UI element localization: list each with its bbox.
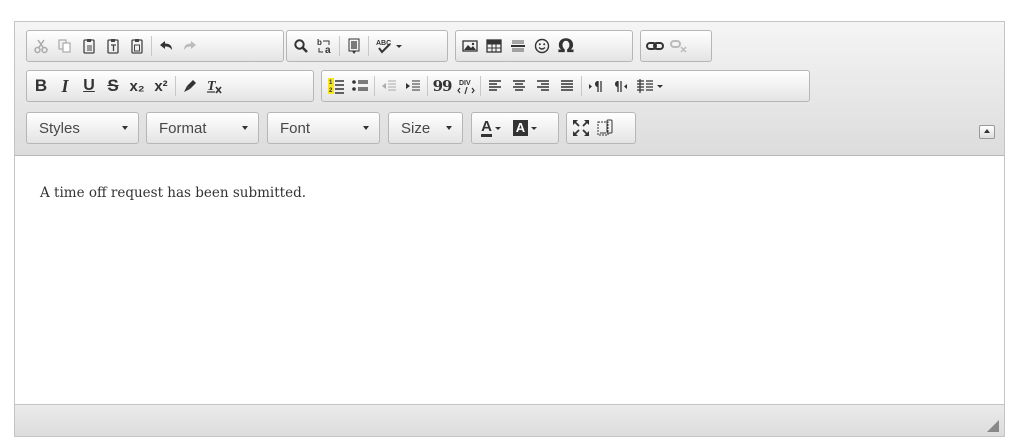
content-paragraph[interactable]: A time off request has been submitted. [40,185,306,201]
bg-color-button[interactable]: A [508,115,542,141]
unlink-icon[interactable] [667,33,691,59]
horizontal-line-icon[interactable] [506,33,530,59]
paragraph-group: 12 99 DIV [321,70,810,102]
toolbar-separator [368,36,369,56]
editor-content-area[interactable]: A time off request has been submitted. [15,156,1004,406]
toolbar-separator [339,36,340,56]
colors-group: A A [471,112,559,144]
special-char-button[interactable]: Ω [554,33,578,59]
subscript-button[interactable]: x₂ [125,73,149,99]
paste-text-icon[interactable] [101,33,125,59]
numbered-list-icon[interactable]: 12 [324,73,348,99]
strike-button[interactable]: S [101,73,125,99]
rich-text-editor: ba ABC Ω B I U S x₂ x² T 1 2 99 DIV Styl… [14,21,1005,437]
link-icon[interactable] [643,33,667,59]
underline-button[interactable]: U [77,73,101,99]
svg-text:DIV: DIV [459,80,471,87]
size-label: Size [401,119,431,137]
font-dropdown[interactable]: Font [267,112,380,144]
show-blocks-icon[interactable] [593,115,617,141]
font-label: Font [280,119,311,137]
outdent-icon[interactable] [377,73,401,99]
toolbar-separator [427,76,428,96]
copy-icon[interactable] [53,33,77,59]
smiley-icon[interactable] [530,33,554,59]
superscript-button[interactable]: x² [149,73,173,99]
toolbar-separator [175,76,176,96]
copy-format-icon[interactable] [178,73,202,99]
table-icon[interactable] [482,33,506,59]
styles-dropdown[interactable]: Styles [26,112,139,144]
toolbar-separator [480,76,481,96]
italic-button[interactable]: I [53,73,77,99]
resize-handle-icon[interactable] [987,420,999,432]
size-dropdown[interactable]: Size [388,112,463,144]
language-icon[interactable] [632,73,666,99]
toolbar-separator [151,36,152,56]
blockquote-button[interactable]: 99 [430,73,454,99]
paste-icon[interactable] [77,33,101,59]
svg-text:b: b [317,38,322,47]
div-button[interactable]: DIV [454,73,478,99]
format-label: Format [159,119,207,137]
svg-text:a: a [325,45,331,55]
bulleted-list-icon[interactable] [348,73,372,99]
editor-status-bar [15,404,1004,436]
text-color-icon: A [481,117,492,137]
align-right-icon[interactable] [531,73,555,99]
basic-styles-group: B I U S x₂ x² T [26,70,314,102]
find-icon[interactable] [289,33,313,59]
redo-icon[interactable] [178,33,202,59]
editor-toolbar: ba ABC Ω B I U S x₂ x² T 1 2 99 DIV Styl… [15,22,1004,156]
toolbar-separator [374,76,375,96]
remove-format-icon[interactable]: T [202,73,226,99]
align-justify-icon[interactable] [555,73,579,99]
spellcheck-icon[interactable]: ABC [371,33,405,59]
format-dropdown[interactable]: Format [146,112,259,144]
rtl-icon[interactable] [608,73,632,99]
clipboard-group [26,30,284,62]
bold-button[interactable]: B [29,73,53,99]
ltr-icon[interactable] [584,73,608,99]
cut-icon[interactable] [29,33,53,59]
select-all-icon[interactable] [342,33,366,59]
bg-color-icon: A [512,120,529,136]
tools-group [566,112,636,144]
undo-icon[interactable] [154,33,178,59]
insert-group: Ω [455,30,633,62]
maximize-icon[interactable] [569,115,593,141]
collapse-toolbar-button[interactable] [979,125,995,139]
align-center-icon[interactable] [507,73,531,99]
align-left-icon[interactable] [483,73,507,99]
link-group [640,30,712,62]
indent-icon[interactable] [401,73,425,99]
styles-label: Styles [39,119,80,137]
image-icon[interactable] [458,33,482,59]
editing-group: ba ABC [286,30,448,62]
text-color-button[interactable]: A [474,115,508,141]
toolbar-separator [581,76,582,96]
paste-word-icon[interactable] [125,33,149,59]
replace-icon[interactable]: ba [313,33,337,59]
